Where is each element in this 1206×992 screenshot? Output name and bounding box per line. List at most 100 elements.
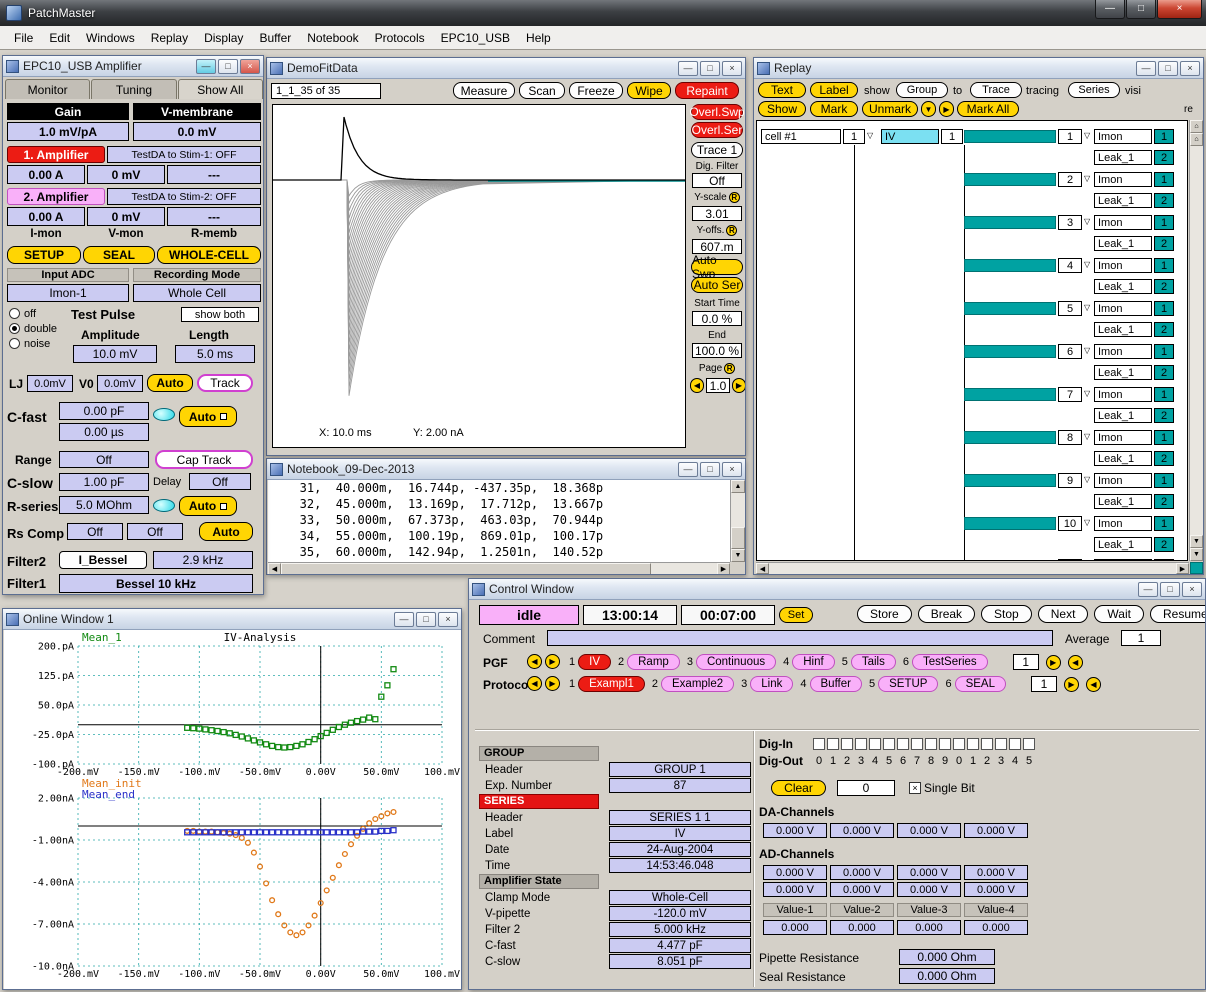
group-level-button[interactable]: Group	[896, 82, 948, 98]
replay-sweep-number[interactable]: 4	[1058, 258, 1082, 273]
menu-epc10_usb[interactable]: EPC10_USB	[433, 28, 518, 48]
trace-level-button[interactable]: Trace	[970, 82, 1022, 98]
label-button[interactable]: Label	[810, 82, 858, 98]
replay-sweep-bar[interactable]	[964, 474, 1056, 487]
end-value[interactable]: 100.0 %	[692, 343, 742, 358]
scroll-thumb[interactable]	[731, 527, 745, 549]
lj-field[interactable]: 0.0mV	[27, 375, 73, 392]
replay-trace-item[interactable]: Leak_1	[1094, 365, 1152, 380]
replay-sweep-number[interactable]: 1	[1058, 129, 1082, 144]
minimize-button[interactable]: —	[678, 462, 698, 477]
dig-in-bit-10[interactable]	[953, 738, 965, 750]
filter1-value[interactable]: Bessel 10 kHz	[59, 574, 253, 593]
restore-button[interactable]: □	[416, 612, 436, 627]
scroll-track[interactable]	[769, 563, 1176, 574]
dig-in-bit-11[interactable]	[967, 738, 979, 750]
replay-trace-item[interactable]: Imon	[1094, 516, 1152, 531]
replay-sweep-number[interactable]: 2	[1058, 172, 1082, 187]
amplifier-titlebar[interactable]: EPC10_USB Amplifier — □ ×	[3, 56, 263, 77]
page-next-button[interactable]: ▶	[732, 378, 746, 393]
funnel-icon[interactable]: ▽	[1084, 389, 1090, 398]
gain-value[interactable]: 1.0 mV/pA	[7, 122, 129, 141]
test-pulse-option-noise[interactable]: noise	[9, 336, 69, 351]
replay-sweep-bar[interactable]	[964, 259, 1056, 272]
measure-button[interactable]: Measure	[453, 82, 515, 99]
replay-trace-item[interactable]: Imon	[1094, 172, 1152, 187]
replay-sweep-number[interactable]: 7	[1058, 387, 1082, 402]
protocol-advance-back-icon[interactable]: ◀	[1086, 677, 1101, 692]
notebook-hscrollbar[interactable]: ◀ ▶	[268, 562, 730, 575]
series-level-button[interactable]: Series	[1068, 82, 1120, 98]
dig-in-bit-8[interactable]	[925, 738, 937, 750]
pgf-advance-icon[interactable]: ▶	[1046, 655, 1061, 670]
show-button[interactable]: Show	[758, 101, 806, 117]
single-bit-option[interactable]: × Single Bit	[909, 781, 975, 795]
break-button[interactable]: Break	[918, 605, 975, 623]
show-both-button[interactable]: show both	[181, 307, 259, 322]
protocol-exampl1-button[interactable]: Exampl1	[578, 676, 645, 692]
notebook-vscrollbar[interactable]: ▲ ▼	[730, 480, 745, 562]
overlay-sweeps-button[interactable]: Overl.Swp	[691, 104, 743, 120]
app-titlebar[interactable]: PatchMaster — □ ×	[0, 0, 1206, 26]
replay-series-item[interactable]: IV	[881, 129, 939, 144]
close-button[interactable]: ×	[1182, 582, 1202, 597]
radio-icon[interactable]	[9, 338, 20, 349]
protocol-prev-button[interactable]: ◀	[527, 676, 542, 691]
replay-trace-item[interactable]: Imon	[1094, 473, 1152, 488]
replay-trace-item[interactable]: Leak_1	[1094, 193, 1152, 208]
replay-sweep-number[interactable]: 10	[1058, 516, 1082, 531]
cfast-wand-icon[interactable]	[153, 408, 175, 421]
dig-filter-value[interactable]: Off	[692, 173, 742, 188]
text-button[interactable]: Text	[758, 82, 806, 98]
scroll-home-icon[interactable]: ⌂	[1190, 133, 1203, 146]
dig-in-bit-4[interactable]	[869, 738, 881, 750]
scroll-track[interactable]	[1190, 146, 1203, 535]
menu-display[interactable]: Display	[196, 28, 251, 48]
amplitude-field[interactable]: 10.0 mV	[73, 345, 157, 363]
replay-trace-item[interactable]: Leak_1	[1094, 451, 1152, 466]
replay-sweep-bar[interactable]	[964, 302, 1056, 315]
protocol-seal-button[interactable]: SEAL	[955, 676, 1006, 692]
replay-trace-item[interactable]: Leak_1	[1094, 537, 1152, 552]
replay-sweep-number[interactable]: 5	[1058, 301, 1082, 316]
replay-sweep-number[interactable]: 11	[1058, 559, 1082, 561]
start-time-value[interactable]: 0.0 %	[692, 311, 742, 326]
radio-icon[interactable]	[9, 308, 20, 319]
menu-help[interactable]: Help	[518, 28, 559, 48]
pgf-ramp-button[interactable]: Ramp	[627, 654, 680, 670]
amplifier2-button[interactable]: 2. Amplifier	[7, 188, 105, 205]
replay-sweep-bar[interactable]	[964, 173, 1056, 186]
scroll-down-icon[interactable]: ▼	[1190, 548, 1203, 561]
scroll-right-icon[interactable]: ▶	[717, 563, 730, 575]
notebook-text-area[interactable]: 31, 40.000m, 16.744p, -437.35p, 18.368p …	[268, 480, 730, 562]
replay-trace-item[interactable]: Imon	[1094, 215, 1152, 230]
trace-select-button[interactable]: Trace 1	[691, 142, 743, 158]
auto-sweep-button[interactable]: Auto Swp	[691, 259, 743, 275]
replay-trace-item[interactable]: Imon	[1094, 344, 1152, 359]
close-button[interactable]: ×	[722, 462, 742, 477]
scope-plot-area[interactable]: X: 10.0 ms Y: 2.00 nA	[272, 104, 686, 448]
minimize-button[interactable]: —	[1138, 582, 1158, 597]
restore-button[interactable]: □	[1158, 61, 1178, 76]
online-titlebar[interactable]: Online Window 1 — □ ×	[3, 609, 461, 630]
mark-all-button[interactable]: Mark All	[957, 101, 1019, 117]
replay-sweep-bar[interactable]	[964, 517, 1056, 530]
replay-sweep-number[interactable]: 8	[1058, 430, 1082, 445]
replay-trace-item[interactable]: Leak_1	[1094, 150, 1152, 165]
scroll-right-icon[interactable]: ▶	[1176, 563, 1189, 574]
replay-sweep-number[interactable]: 9	[1058, 473, 1082, 488]
pgf-iv-button[interactable]: IV	[578, 654, 611, 670]
replay-trace-item[interactable]: Leak_1	[1094, 279, 1152, 294]
minimize-button[interactable]: —	[1095, 0, 1125, 19]
scroll-home-icon[interactable]: ⌂	[1190, 120, 1203, 133]
scan-button[interactable]: Scan	[519, 82, 565, 99]
rscomp-field1[interactable]: Off	[67, 523, 123, 540]
menu-windows[interactable]: Windows	[78, 28, 143, 48]
replay-trace-item[interactable]: Imon	[1094, 129, 1152, 144]
auto-cslow-button[interactable]: Auto	[179, 496, 237, 516]
protocol-next-button[interactable]: ▶	[545, 676, 560, 691]
tab-show-all[interactable]: Show All	[178, 79, 263, 99]
amp2-testda[interactable]: TestDA to Stim-2: OFF	[107, 188, 261, 205]
replay-trace-item[interactable]: Imon	[1094, 301, 1152, 316]
control-titlebar[interactable]: Control Window — □ ×	[469, 579, 1205, 600]
